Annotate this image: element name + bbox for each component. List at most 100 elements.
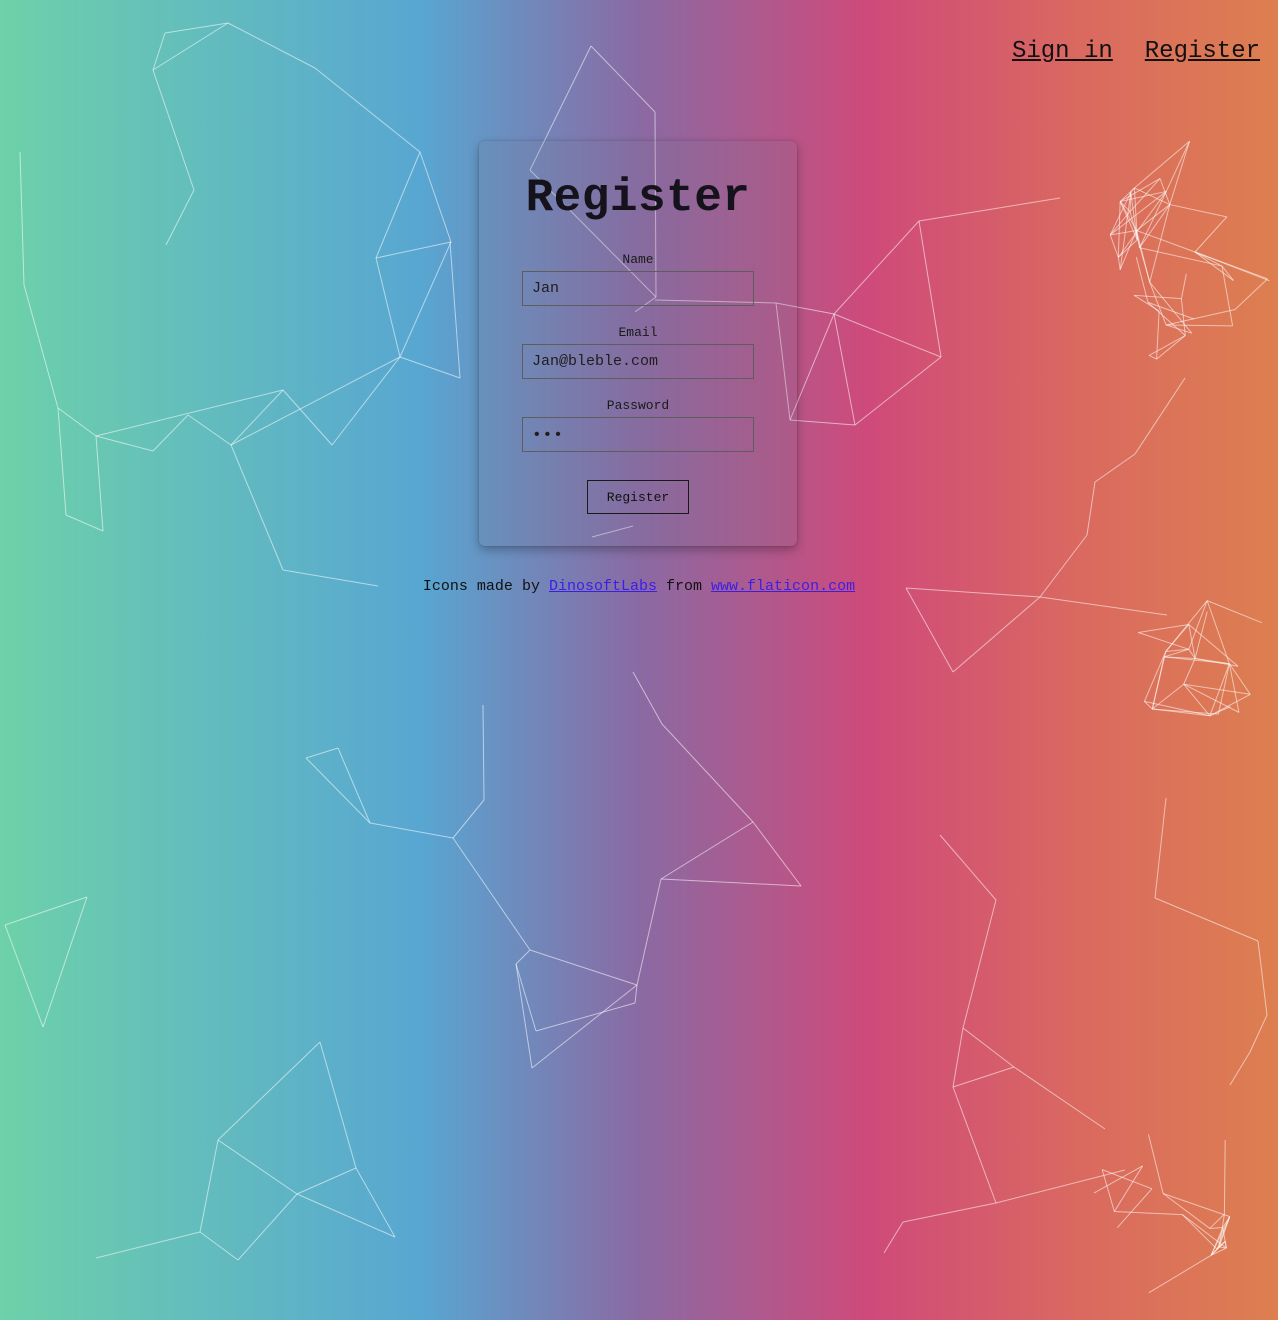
network-line: [1229, 1051, 1251, 1086]
network-line: [1183, 683, 1251, 695]
network-line: [1136, 230, 1151, 283]
network-line: [95, 435, 154, 452]
network-line: [1156, 335, 1186, 360]
network-line: [4, 896, 88, 926]
network-line: [337, 747, 371, 824]
network-line: [952, 1086, 997, 1204]
network-line: [1138, 632, 1189, 650]
email-input[interactable]: [522, 344, 754, 379]
network-line: [1148, 1254, 1212, 1294]
network-line: [1148, 335, 1186, 356]
network-line: [1188, 624, 1196, 659]
flaticon-link[interactable]: www.flaticon.com: [711, 578, 855, 595]
network-line: [187, 414, 232, 446]
network-line: [314, 67, 421, 153]
network-line: [152, 32, 166, 71]
network-line: [1149, 204, 1171, 283]
network-line: [962, 899, 997, 1029]
network-line: [1139, 247, 1223, 267]
network-line: [1144, 701, 1153, 710]
network-line: [1130, 192, 1138, 240]
network-line: [57, 407, 97, 437]
network-line: [95, 1231, 201, 1259]
network-line: [1134, 140, 1190, 189]
network-line: [883, 1221, 904, 1254]
network-line: [375, 257, 401, 358]
network-line: [1094, 453, 1136, 483]
network-line: [1159, 178, 1171, 205]
network-line: [1162, 1193, 1211, 1229]
network-line: [369, 822, 454, 839]
network-line: [1218, 1240, 1226, 1248]
network-line: [1116, 1188, 1153, 1228]
network-line: [632, 671, 663, 725]
dinosoftlabs-link[interactable]: DinosoftLabs: [549, 578, 657, 595]
network-line: [199, 1231, 239, 1261]
network-line: [42, 896, 88, 1028]
network-line: [1165, 600, 1208, 652]
network-line: [319, 1041, 357, 1169]
network-line: [1039, 596, 1168, 616]
network-line: [65, 514, 104, 532]
network-line: [419, 151, 452, 243]
network-line: [4, 924, 44, 1028]
network-line: [1093, 1165, 1143, 1194]
network-line: [1110, 229, 1137, 236]
network-line: [1228, 663, 1251, 695]
network-line: [1119, 201, 1131, 212]
network-line: [918, 197, 1061, 222]
network-line: [1221, 265, 1234, 326]
register-button[interactable]: Register: [587, 480, 689, 514]
network-line: [1101, 1169, 1115, 1212]
network-line: [529, 949, 638, 986]
network-line: [1134, 187, 1171, 206]
network-line: [282, 389, 333, 446]
network-line: [1209, 1227, 1223, 1229]
network-line: [1209, 693, 1251, 717]
network-line: [95, 389, 284, 437]
network-line: [1182, 1214, 1227, 1249]
network-line: [1136, 204, 1171, 231]
network-line: [399, 241, 452, 358]
network-line: [1180, 298, 1186, 336]
network-line: [1149, 282, 1167, 326]
network-line: [1147, 301, 1186, 336]
network-line: [1216, 1246, 1220, 1250]
network-line: [57, 407, 67, 516]
password-input[interactable]: [522, 417, 754, 452]
network-line: [1113, 1165, 1144, 1212]
name-input[interactable]: [522, 271, 754, 306]
network-line: [1135, 257, 1149, 303]
network-line: [1183, 683, 1211, 717]
network-line: [1152, 708, 1219, 715]
attribution-prefix: Icons made by: [422, 578, 540, 595]
network-line: [1129, 192, 1132, 212]
network-line: [1117, 191, 1167, 258]
network-line: [1119, 192, 1132, 270]
network-line: [399, 356, 461, 379]
network-line: [1165, 648, 1189, 652]
network-line: [1119, 201, 1137, 231]
network-line: [1194, 658, 1239, 667]
network-line: [902, 1202, 997, 1223]
network-line: [296, 1193, 396, 1238]
network-line: [1169, 204, 1227, 218]
network-line: [1249, 1014, 1268, 1053]
network-line: [1234, 278, 1268, 310]
network-line: [1154, 797, 1167, 899]
network-line: [1163, 648, 1189, 658]
network-line: [1134, 294, 1182, 300]
network-line: [1210, 1216, 1231, 1256]
network-line: [1102, 1169, 1153, 1190]
network-line: [1154, 897, 1259, 942]
network-line: [1151, 656, 1165, 710]
network-line: [1222, 1216, 1231, 1228]
network-line: [1257, 940, 1268, 1016]
network-line: [152, 69, 195, 191]
register-link[interactable]: Register: [1145, 38, 1260, 65]
network-line: [375, 241, 452, 259]
network-line: [1117, 239, 1138, 258]
sign-in-link[interactable]: Sign in: [1012, 38, 1113, 65]
network-line: [1169, 141, 1190, 205]
network-line: [1136, 230, 1196, 253]
